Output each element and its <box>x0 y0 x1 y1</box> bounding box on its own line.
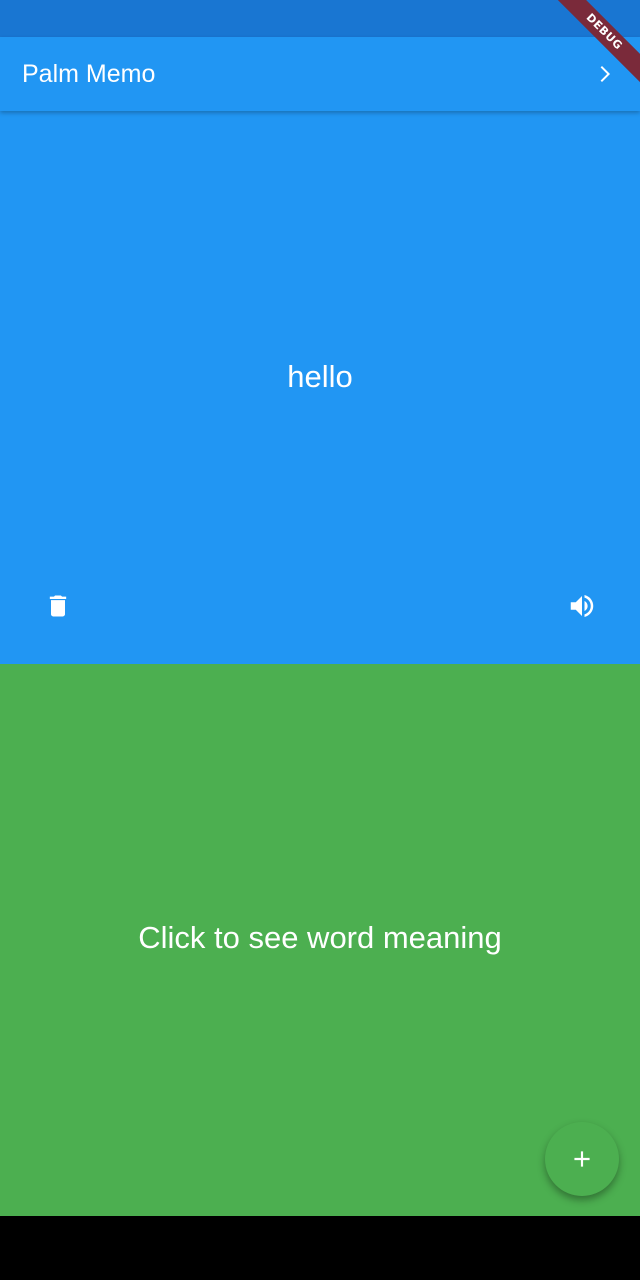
trash-icon <box>49 595 67 617</box>
delete-button[interactable] <box>34 582 82 630</box>
meaning-card[interactable]: Click to see word meaning <box>0 664 640 1216</box>
add-word-button[interactable] <box>545 1122 619 1196</box>
chevron-right-icon <box>600 66 610 82</box>
plus-icon <box>574 1151 590 1167</box>
word-text: hello <box>287 359 353 394</box>
app-title: Palm Memo <box>22 60 156 88</box>
meaning-prompt: Click to see word meaning <box>138 920 502 955</box>
volume-up-icon <box>570 595 594 617</box>
app-bar: Palm Memo <box>0 37 640 111</box>
app-screen: Palm Memo hello Click to see word meanin… <box>0 0 640 1280</box>
speak-button[interactable] <box>558 582 606 630</box>
navigation-bar <box>0 1216 640 1280</box>
next-button[interactable] <box>580 50 628 98</box>
word-card[interactable]: hello <box>0 111 640 664</box>
status-bar <box>0 0 640 37</box>
